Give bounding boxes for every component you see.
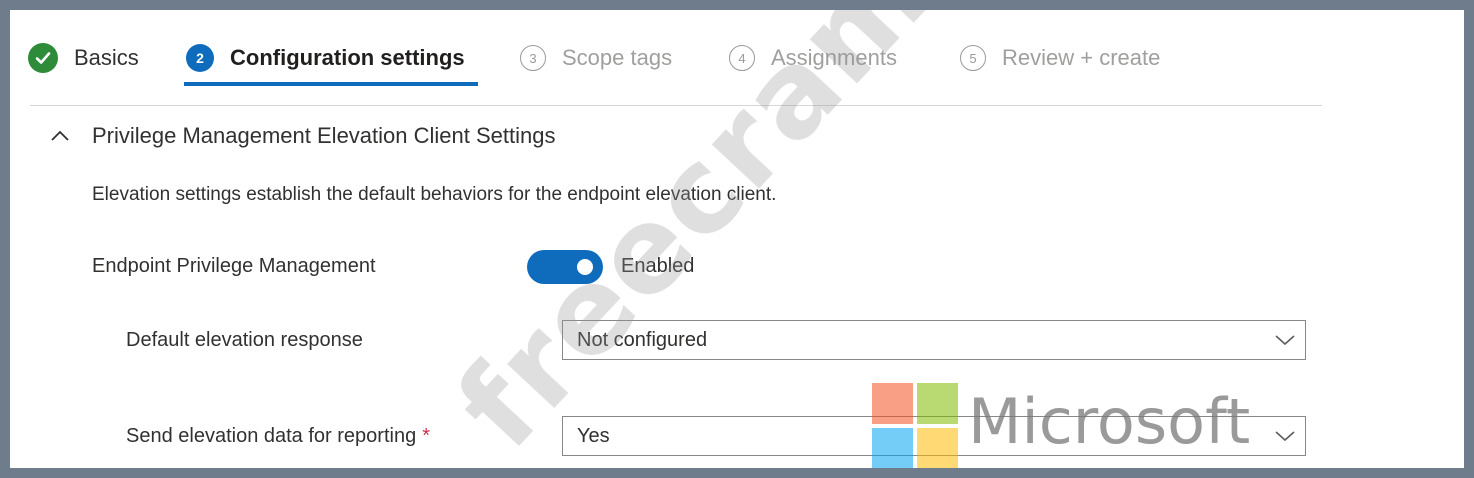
toggle-knob	[577, 259, 593, 275]
step-review-create[interactable]: 5 Review + create	[960, 38, 1160, 78]
settings-panel: Basics 2 Configuration settings 3 Scope …	[10, 10, 1464, 468]
section-header[interactable]: Privilege Management Elevation Client Se…	[48, 121, 555, 151]
required-asterisk: *	[422, 425, 430, 447]
section-title: Privilege Management Elevation Client Se…	[92, 123, 556, 148]
step-number-badge: 4	[729, 45, 755, 71]
step-number-badge: 2	[186, 44, 214, 72]
epm-toggle[interactable]	[527, 250, 603, 284]
step-assignments[interactable]: 4 Assignments	[729, 38, 897, 78]
active-step-underline	[184, 82, 478, 86]
step-label: Configuration settings	[230, 45, 465, 70]
header-divider	[30, 105, 1322, 106]
microsoft-logo: Microsoft	[872, 383, 1272, 468]
epm-label: Endpoint Privilege Management	[92, 255, 376, 277]
dropdown-value: Not configured	[577, 328, 708, 351]
logo-square-green	[917, 383, 958, 424]
step-label: Assignments	[771, 45, 897, 70]
step-label: Basics	[74, 45, 139, 70]
step-label: Scope tags	[562, 45, 673, 70]
wizard-steps: Basics 2 Configuration settings 3 Scope …	[10, 10, 1464, 106]
default-elevation-response-dropdown[interactable]: Not configured	[562, 320, 1306, 360]
step-label: Review + create	[1002, 45, 1161, 70]
step-configuration-settings[interactable]: 2 Configuration settings	[186, 38, 465, 78]
step-number-badge: 5	[960, 45, 986, 71]
logo-square-yellow	[917, 428, 958, 468]
step-scope-tags[interactable]: 3 Scope tags	[520, 38, 672, 78]
chevron-up-icon[interactable]	[48, 126, 72, 146]
section-description: Elevation settings establish the default…	[92, 184, 777, 205]
chevron-down-icon	[1265, 321, 1305, 359]
checkmark-icon	[28, 43, 58, 73]
step-basics[interactable]: Basics	[28, 38, 139, 78]
send-elevation-data-text: Send elevation data for reporting	[126, 425, 417, 447]
step-number-badge: 3	[520, 45, 546, 71]
logo-wordmark: Microsoft	[968, 385, 1251, 458]
epm-toggle-state: Enabled	[621, 255, 695, 277]
default-elevation-response-label: Default elevation response	[126, 329, 363, 351]
logo-square-red	[872, 383, 913, 424]
send-elevation-data-label: Send elevation data for reporting *	[126, 425, 430, 448]
logo-square-blue	[872, 428, 913, 468]
